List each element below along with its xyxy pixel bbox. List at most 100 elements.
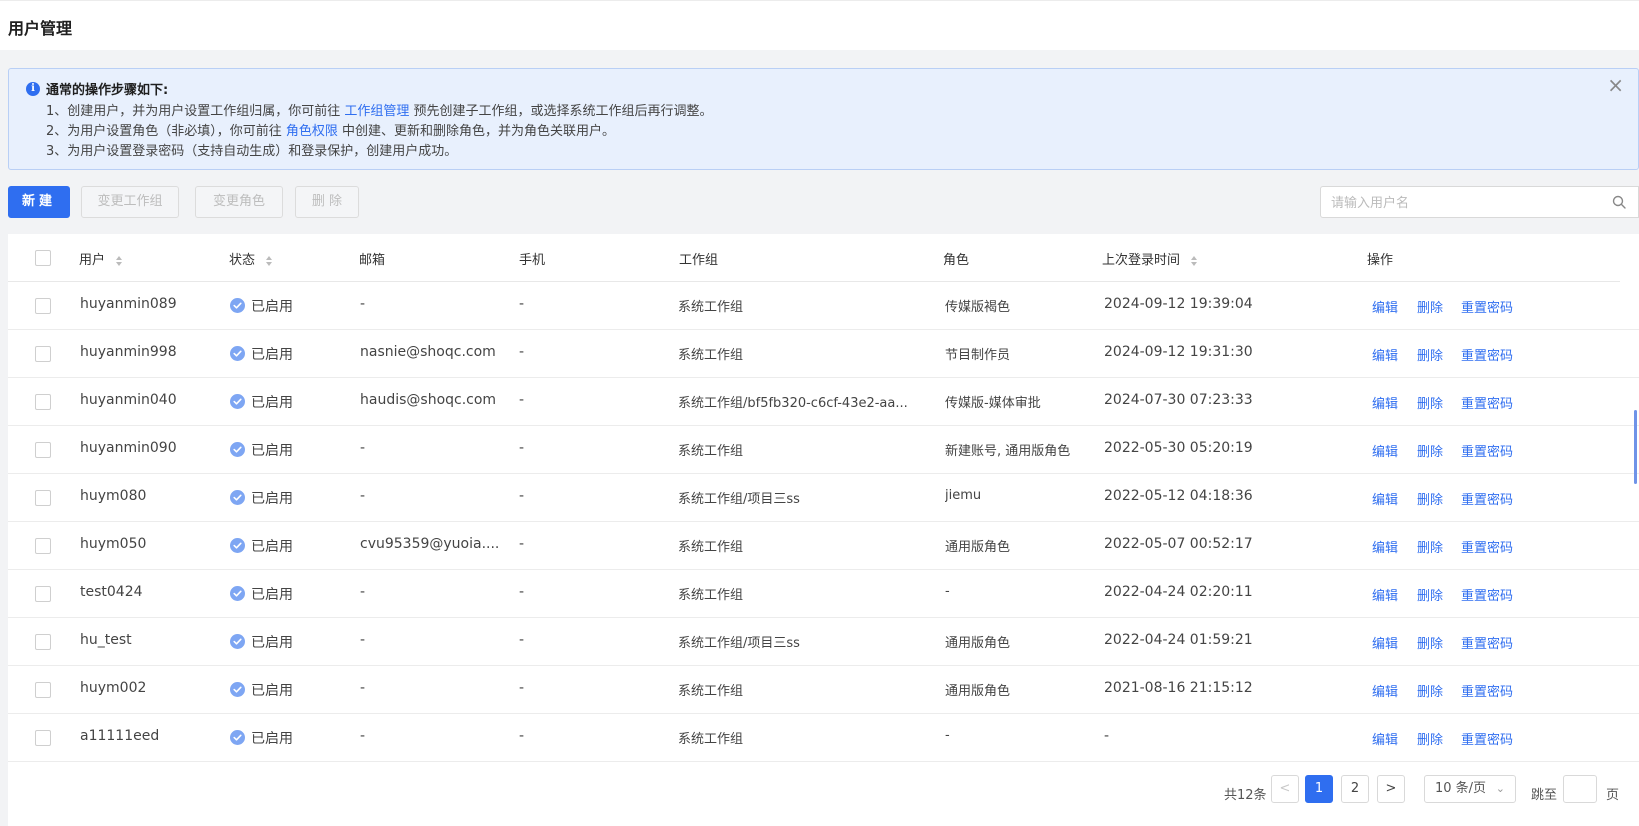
cell-user: huym050 [80,536,147,552]
cell-role: 新建账号, 通用版角色 [945,444,1071,459]
edit-link[interactable]: 编辑 [1372,297,1398,316]
page-size-select[interactable]: 10 条/页 ⌄ [1424,775,1516,803]
scrollbar-thumb[interactable] [1634,410,1637,484]
delete-link[interactable]: 删除 [1417,393,1443,412]
search-icon[interactable] [1611,194,1627,210]
reset-password-link[interactable]: 重置密码 [1461,681,1513,700]
cell-status: 已启用 [251,731,293,747]
reset-password-link[interactable]: 重置密码 [1461,729,1513,748]
column-status[interactable]: 状态 [229,249,273,268]
cell-email: nasnie@shoqc.com [360,344,496,360]
alert-step-text: 预先创建子工作组，或选择系统工作组后再行调整。 [409,104,713,119]
row-checkbox[interactable] [35,730,51,746]
row-checkbox[interactable] [35,586,51,602]
sort-icon[interactable] [265,255,273,267]
table-row: huym080 已启用 - - 系统工作组/项目三ss jiemu 2022-05-12 0… [8,474,1639,522]
cell-role: jiemu [945,488,982,503]
reset-password-link[interactable]: 重置密码 [1461,345,1513,364]
cell-email: - [360,728,366,744]
reset-password-link[interactable]: 重置密码 [1461,393,1513,412]
close-icon[interactable]: × [1607,75,1624,95]
sort-icon[interactable] [1190,255,1198,267]
cell-status: 已启用 [251,539,293,555]
cell-status: 已启用 [251,299,293,315]
page-1-button[interactable]: 1 [1305,775,1333,803]
edit-link[interactable]: 编辑 [1372,633,1398,652]
cell-phone: - [519,344,525,360]
cell-phone: - [519,680,525,696]
delete-link[interactable]: 删除 [1417,537,1443,556]
cell-user: huym080 [80,488,147,504]
row-checkbox[interactable] [35,490,51,506]
row-checkbox[interactable] [35,346,51,362]
search-input[interactable] [1331,193,1591,213]
cell-email: - [360,488,366,504]
page-title: 用户管理 [8,19,73,38]
page-label: 页 [1606,788,1620,803]
group-manage-link[interactable]: 工作组管理 [344,104,409,119]
change-role-button[interactable]: 变更角色 [195,186,283,218]
edit-link[interactable]: 编辑 [1372,441,1398,460]
cell-user: hu_test [80,632,132,648]
jump-label: 跳至 [1531,788,1558,803]
info-icon: i [26,82,40,96]
new-user-button[interactable]: 新建 [8,186,70,218]
cell-role: - [945,584,950,599]
edit-link[interactable]: 编辑 [1372,537,1398,556]
edit-link[interactable]: 编辑 [1372,393,1398,412]
cell-status: 已启用 [251,587,293,603]
cell-role: 通用版角色 [945,540,1011,555]
table-row: test0424 已启用 - - 系统工作组 - 2022-04-24 02:20:11 编辑… [8,570,1639,618]
row-checkbox[interactable] [35,394,51,410]
delete-link[interactable]: 删除 [1417,681,1443,700]
page-2-button[interactable]: 2 [1341,775,1369,803]
cell-role: 传媒版褐色 [945,300,1011,315]
delete-link[interactable]: 删除 [1417,345,1443,364]
delete-link[interactable]: 删除 [1417,441,1443,460]
row-checkbox[interactable] [35,442,51,458]
edit-link[interactable]: 编辑 [1372,489,1398,508]
next-page-button[interactable]: > [1377,775,1405,803]
delete-link[interactable]: 删除 [1417,633,1443,652]
reset-password-link[interactable]: 重置密码 [1461,489,1513,508]
row-checkbox[interactable] [35,634,51,650]
edit-link[interactable]: 编辑 [1372,345,1398,364]
reset-password-link[interactable]: 重置密码 [1461,633,1513,652]
delete-button[interactable]: 删 除 [295,186,359,218]
status-check-icon [230,490,245,505]
edit-link[interactable]: 编辑 [1372,681,1398,700]
role-permission-link[interactable]: 角色权限 [286,124,338,139]
cell-email: - [360,440,366,456]
delete-link[interactable]: 删除 [1417,585,1443,604]
reset-password-link[interactable]: 重置密码 [1461,585,1513,604]
edit-link[interactable]: 编辑 [1372,729,1398,748]
edit-link[interactable]: 编辑 [1372,585,1398,604]
alert-step-text: 3、为用户设置登录密码（支持自动生成）和登录保护，创建用户成功。 [46,144,458,159]
cell-phone: - [519,440,525,456]
cell-email: cvu95359@yuoia.... [360,536,500,552]
reset-password-link[interactable]: 重置密码 [1461,297,1513,316]
sort-icon[interactable] [115,255,123,267]
status-check-icon [230,346,245,361]
cell-user: huyanmin998 [80,344,177,360]
reset-password-link[interactable]: 重置密码 [1461,441,1513,460]
row-checkbox[interactable] [35,538,51,554]
alert-step-2: 2、为用户设置角色（非必填），你可前往 角色权限 中创建、更新和删除角色，并为角… [46,120,615,139]
delete-link[interactable]: 删除 [1417,489,1443,508]
change-group-button[interactable]: 变更工作组 [81,186,179,218]
reset-password-link[interactable]: 重置密码 [1461,537,1513,556]
cell-email: - [360,584,366,600]
prev-page-button[interactable]: < [1271,775,1299,803]
user-table: 用户 状态 邮箱 手机 工作组 角色 上次登录时间 操作 huyanmin089… [8,234,1639,762]
cell-email: - [360,296,366,312]
row-checkbox[interactable] [35,298,51,314]
select-all-checkbox[interactable] [35,250,51,266]
cell-status: 已启用 [251,443,293,459]
delete-link[interactable]: 删除 [1417,297,1443,316]
column-last-login[interactable]: 上次登录时间 [1102,249,1198,268]
jump-page-input[interactable] [1563,775,1597,803]
row-checkbox[interactable] [35,682,51,698]
cell-user: a11111eed [80,728,160,744]
column-user[interactable]: 用户 [79,249,123,268]
delete-link[interactable]: 删除 [1417,729,1443,748]
